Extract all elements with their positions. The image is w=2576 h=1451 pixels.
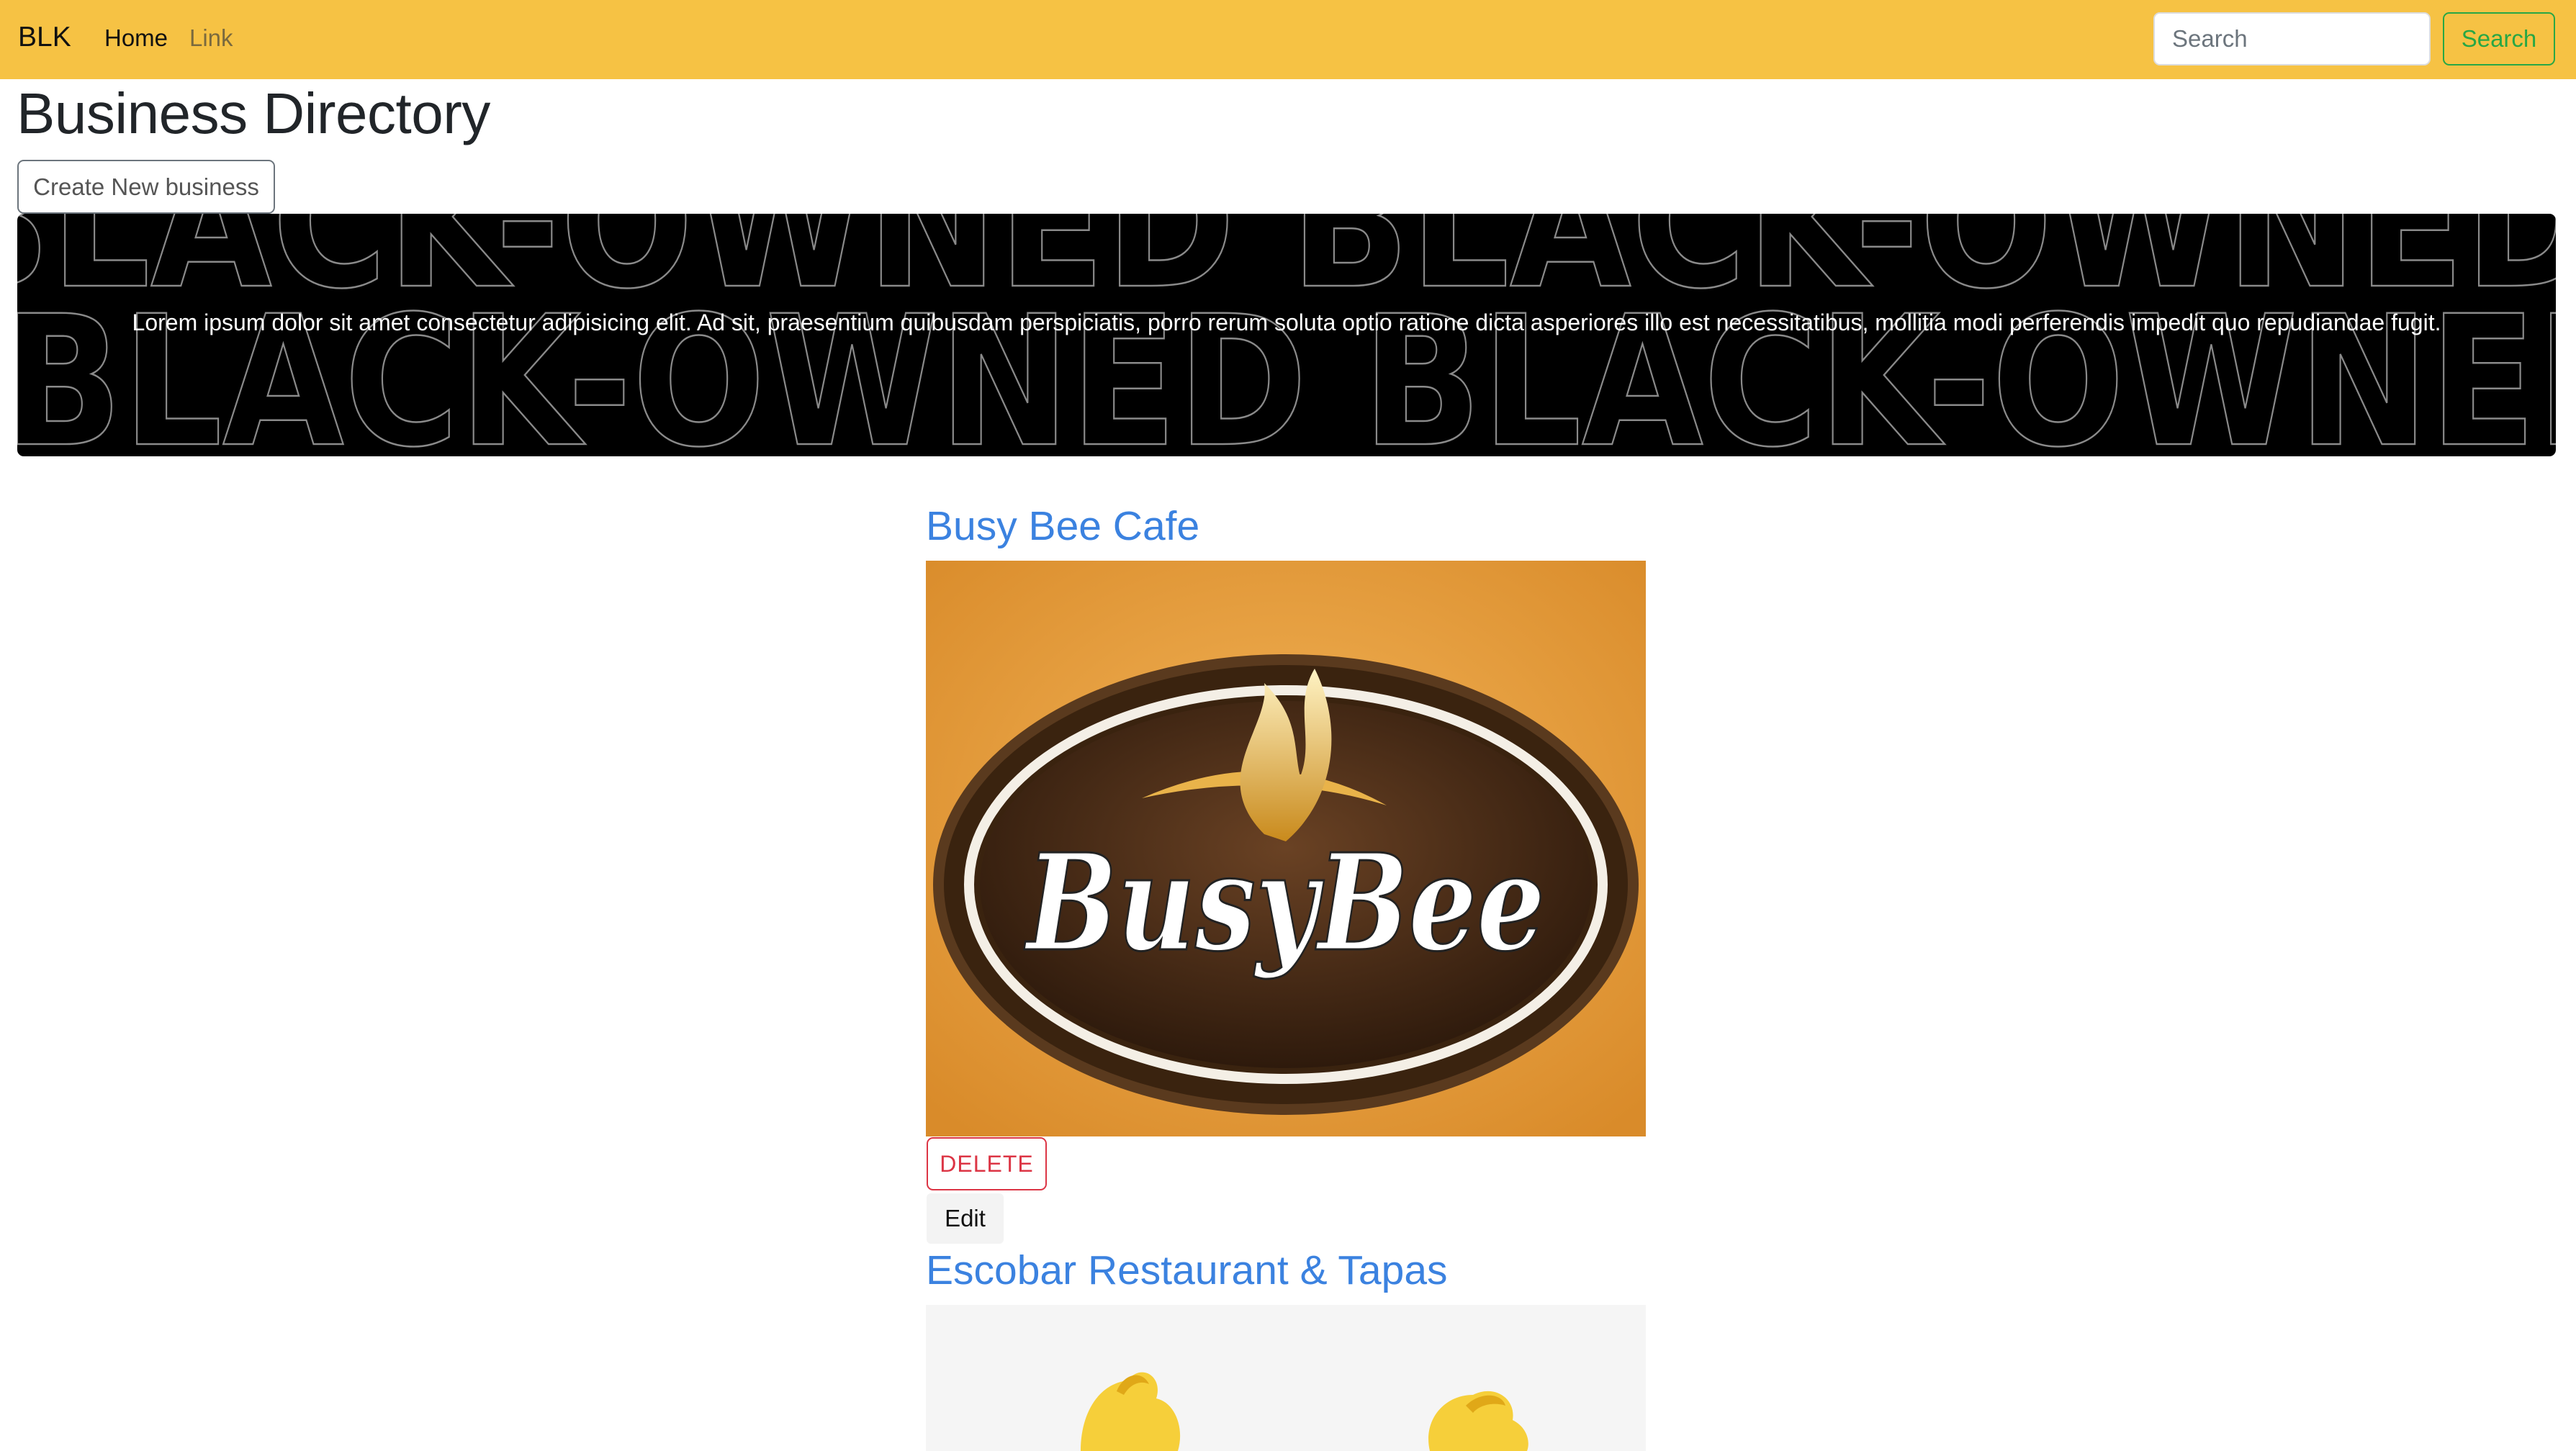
business-title-link[interactable]: Escobar Restaurant & Tapas: [926, 1247, 1448, 1294]
search-input[interactable]: [2153, 12, 2431, 65]
nav-link-link[interactable]: Link: [189, 24, 233, 52]
hero-text: Lorem ipsum dolor sit amet consectetur a…: [132, 309, 2441, 335]
create-business-button[interactable]: Create New business: [17, 160, 275, 214]
brand-logo-link[interactable]: BLK: [18, 22, 71, 53]
busybee-logo-text: BusyBee: [1024, 824, 1545, 981]
page-title: Business Directory: [17, 81, 490, 145]
business-title-link[interactable]: Busy Bee Cafe: [926, 502, 1199, 550]
navbar: BLK Home Link Search: [0, 0, 2576, 79]
edit-button[interactable]: Edit: [927, 1193, 1004, 1244]
search-button[interactable]: Search: [2443, 12, 2555, 65]
svg-text:BLACK-OWNED BLACK-OWNED: BLACK-OWNED BLACK-OWNED: [17, 277, 2556, 456]
business-logo-image: BusyBee: [926, 561, 1646, 1136]
delete-button[interactable]: DELETE: [927, 1137, 1047, 1190]
nav-link-home[interactable]: Home: [104, 24, 168, 52]
svg-text:BLACK-OWNED BLACK-OWNED: BLACK-OWNED BLACK-OWNED: [17, 435, 2552, 456]
business-logo-image: [926, 1305, 1646, 1451]
hero-banner: BLACK-OWNED BLACK-OWNED BLACK-OWNED BLAC…: [17, 214, 2556, 456]
